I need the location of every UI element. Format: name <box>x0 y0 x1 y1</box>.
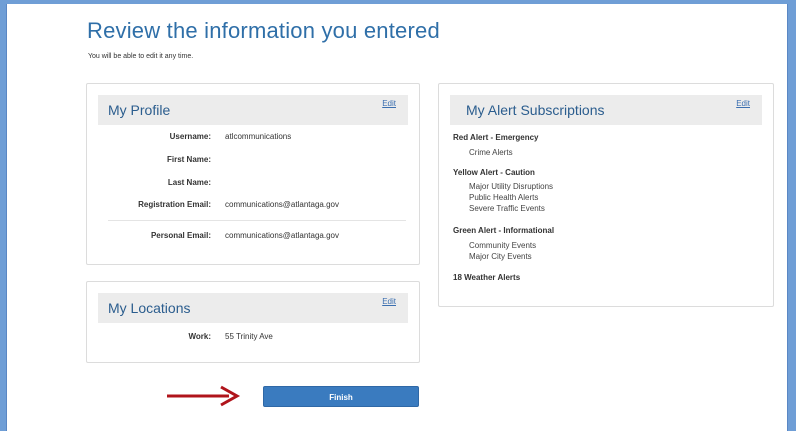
profile-divider <box>108 220 406 221</box>
profile-edit-link[interactable]: Edit <box>382 99 396 108</box>
alerts-card: My Alert Subscriptions Edit Red Alert - … <box>438 83 774 307</box>
review-page: Review the information you entered You w… <box>6 4 788 431</box>
alert-item: Major City Events <box>469 252 532 261</box>
field-label: Username: <box>169 132 211 141</box>
alerts-title: My Alert Subscriptions <box>466 102 605 118</box>
locations-row-work: Work: 55 Trinity Ave <box>87 332 407 346</box>
arrow-right-icon <box>167 385 241 407</box>
profile-row-personal-email: Personal Email: communications@atlantaga… <box>87 231 407 245</box>
field-label: Personal Email: <box>150 231 211 240</box>
profile-row-registration-email: Registration Email: communications@atlan… <box>87 200 407 214</box>
alerts-card-header: My Alert Subscriptions Edit <box>450 95 762 125</box>
locations-card: My Locations Edit Work: 55 Trinity Ave <box>86 281 420 363</box>
profile-row-username: Username: atlcommunications <box>87 132 407 146</box>
alert-item: Severe Traffic Events <box>469 204 545 213</box>
locations-title: My Locations <box>108 300 191 316</box>
alert-item: Public Health Alerts <box>469 193 539 202</box>
alert-group-green: Green Alert - Informational <box>453 226 555 235</box>
locations-edit-link[interactable]: Edit <box>382 297 396 306</box>
field-label: Registration Email: <box>138 200 211 209</box>
field-value: communications@atlantaga.gov <box>225 200 339 209</box>
finish-button[interactable]: Finish <box>263 386 419 407</box>
alert-item: Crime Alerts <box>469 148 513 157</box>
alert-item: Community Events <box>469 241 537 250</box>
field-label: Work: <box>188 332 211 341</box>
locations-card-header: My Locations Edit <box>98 293 408 323</box>
profile-card: My Profile Edit Username: atlcommunicati… <box>86 83 420 265</box>
profile-title: My Profile <box>108 102 171 118</box>
field-value: communications@atlantaga.gov <box>225 231 339 240</box>
alerts-edit-link[interactable]: Edit <box>736 99 750 108</box>
page-subtitle: You will be able to edit it any time. <box>88 53 194 60</box>
field-label: Last Name: <box>167 178 211 187</box>
weather-alerts-count: 18 Weather Alerts <box>453 273 521 282</box>
profile-card-header: My Profile Edit <box>98 95 408 125</box>
page-title: Review the information you entered <box>87 18 440 43</box>
alert-group-red: Red Alert - Emergency <box>453 133 539 142</box>
profile-row-last-name: Last Name: <box>87 178 407 192</box>
alert-item: Major Utility Disruptions <box>469 182 554 191</box>
profile-row-first-name: First Name: <box>87 155 407 169</box>
field-value: atlcommunications <box>225 132 292 141</box>
field-value: 55 Trinity Ave <box>225 332 273 341</box>
field-label: First Name: <box>166 155 211 164</box>
alert-group-yellow: Yellow Alert - Caution <box>453 168 535 177</box>
